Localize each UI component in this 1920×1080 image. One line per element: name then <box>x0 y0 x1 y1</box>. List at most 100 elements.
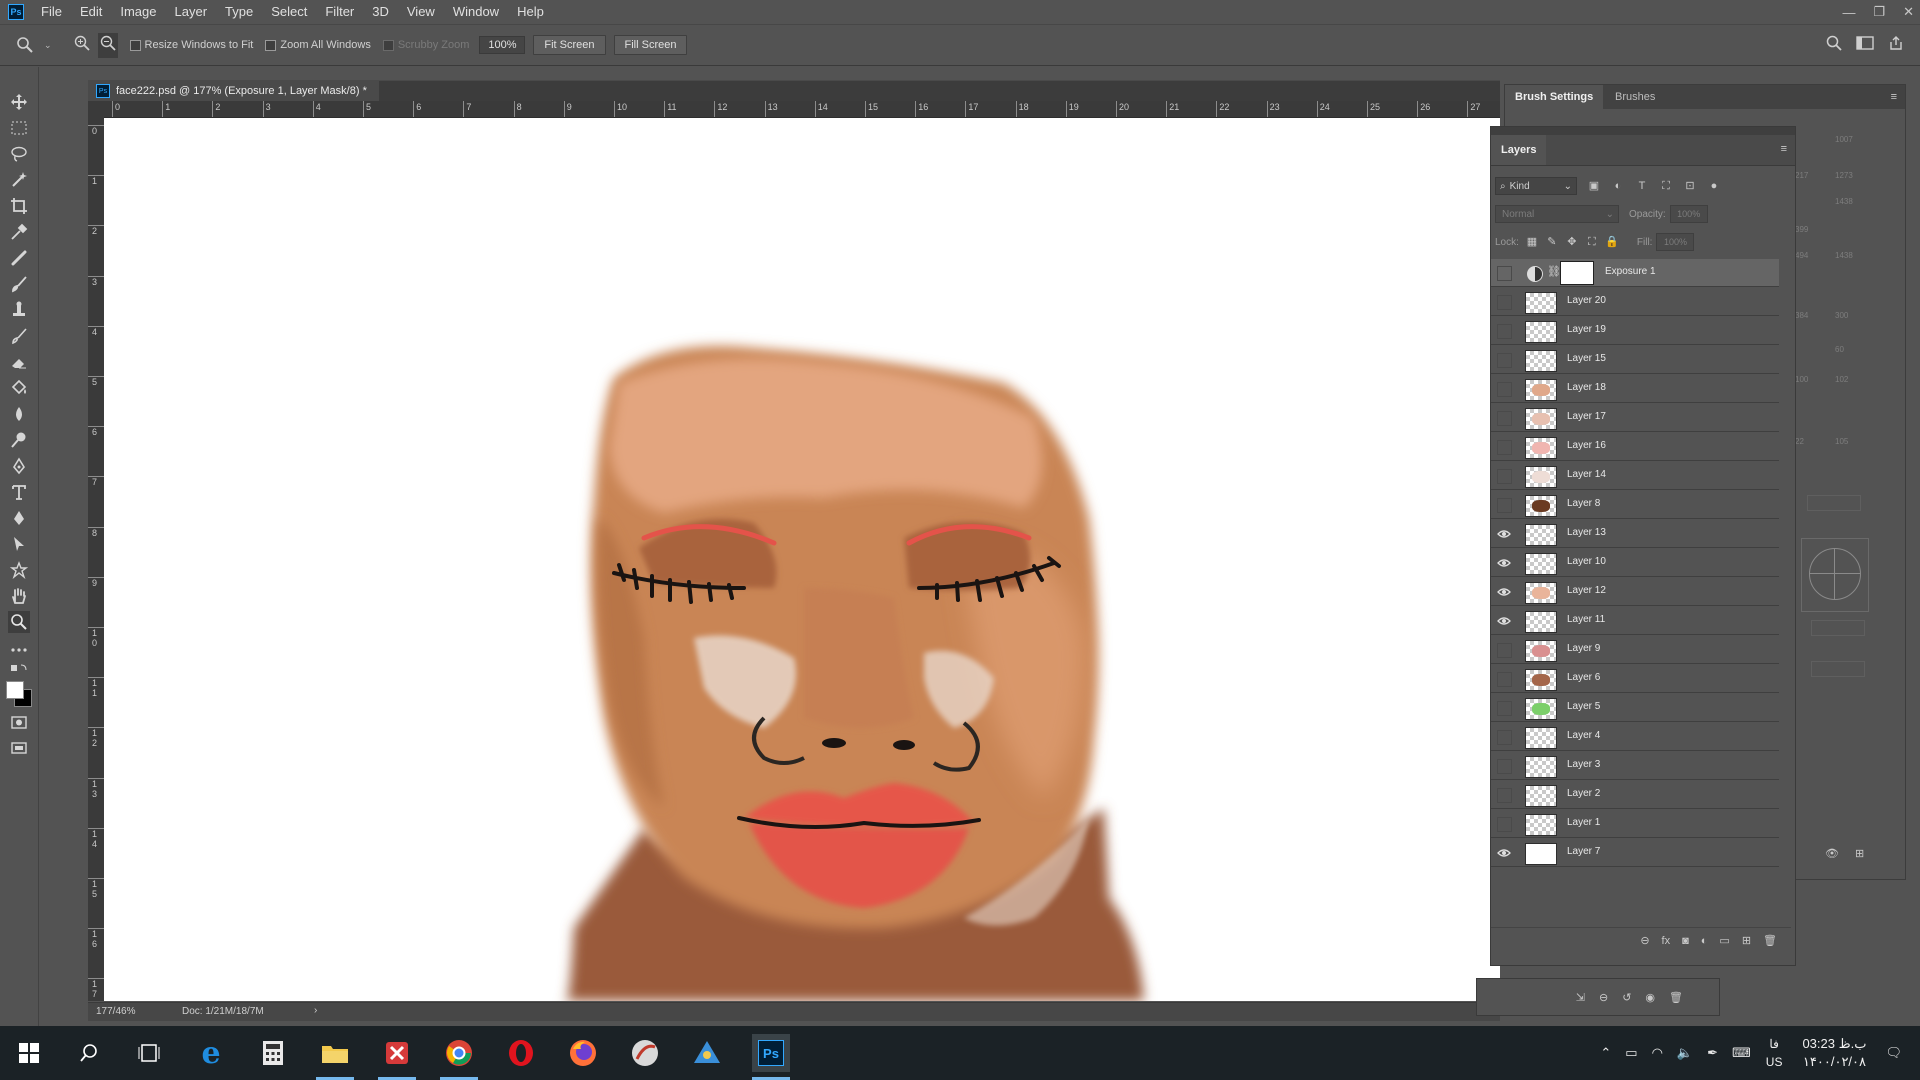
hand-tool-icon[interactable] <box>8 585 30 607</box>
visibility-toggle[interactable] <box>1497 353 1512 368</box>
lock-transparency-icon[interactable]: ▦ <box>1525 235 1539 249</box>
search-icon[interactable] <box>1826 35 1842 56</box>
lock-artboard-icon[interactable]: ⛶ <box>1585 235 1599 249</box>
visibility-toggle[interactable] <box>1497 295 1512 310</box>
filter-toggle-icon[interactable]: ● <box>1707 179 1721 193</box>
minimize-button[interactable]: — <box>1842 5 1855 20</box>
visibility-eye-icon[interactable] <box>1497 614 1511 628</box>
clone-stamp-tool-icon[interactable] <box>8 299 30 321</box>
firefox-icon[interactable] <box>564 1034 602 1072</box>
magic-wand-tool-icon[interactable] <box>8 169 30 191</box>
fill-screen-button[interactable]: Fill Screen <box>613 35 688 55</box>
share-icon[interactable] <box>1888 35 1904 56</box>
mask-link-icon[interactable]: ⛓ <box>1547 265 1561 278</box>
layers-panel-menu-icon[interactable]: ≡ <box>1781 143 1787 155</box>
pen-tool-icon[interactable] <box>8 455 30 477</box>
lock-all-icon[interactable]: 🔒 <box>1605 235 1619 249</box>
history-link-icon[interactable]: ⊖ <box>1599 991 1608 1004</box>
visibility-eye-icon[interactable] <box>1497 556 1511 570</box>
filter-adjustment-icon[interactable]: ◐ <box>1611 179 1625 193</box>
new-snapshot-icon[interactable]: ⇲ <box>1576 991 1585 1004</box>
layer-row[interactable]: Layer 9 <box>1491 636 1779 664</box>
zoom-all-windows-checkbox[interactable]: Zoom All Windows <box>265 39 371 51</box>
brush-new-preset-icon[interactable]: ⊞ <box>1855 847 1864 860</box>
visibility-toggle[interactable] <box>1497 817 1512 832</box>
visibility-eye-icon[interactable] <box>1497 846 1511 860</box>
layer-row[interactable]: Layer 10 <box>1491 549 1779 577</box>
visibility-toggle[interactable] <box>1497 266 1512 281</box>
close-button[interactable]: ✕ <box>1903 4 1914 20</box>
layer-row[interactable]: Layer 2 <box>1491 781 1779 809</box>
scrubby-zoom-checkbox[interactable]: Scrubby Zoom <box>382 39 469 51</box>
filter-smart-object-icon[interactable]: ⊡ <box>1683 179 1697 193</box>
blend-mode-select[interactable]: Normal ⌄ <box>1495 205 1619 223</box>
visibility-eye-icon[interactable] <box>1497 527 1511 541</box>
layer-row[interactable]: Layer 5 <box>1491 694 1779 722</box>
fx-icon[interactable]: fx <box>1662 935 1671 947</box>
tab-brush-settings[interactable]: Brush Settings <box>1505 85 1604 109</box>
new-group-icon[interactable]: ▭ <box>1719 934 1729 947</box>
search-icon[interactable] <box>70 1034 108 1072</box>
filter-pixel-icon[interactable]: ▣ <box>1587 179 1601 193</box>
vertical-ruler[interactable]: 01234567891 01 11 21 31 41 51 61 7 <box>88 117 105 1001</box>
menu-help[interactable]: Help <box>508 0 553 24</box>
visibility-toggle[interactable] <box>1497 730 1512 745</box>
layer-row[interactable]: Layer 3 <box>1491 752 1779 780</box>
adjustment-layer-icon[interactable]: ◐ <box>1701 935 1708 947</box>
quick-mask-icon[interactable] <box>8 711 30 733</box>
app-red-icon[interactable] <box>378 1034 416 1080</box>
layer-row[interactable]: Layer 1 <box>1491 810 1779 838</box>
fill-field[interactable]: 100% <box>1656 233 1695 251</box>
visibility-toggle[interactable] <box>1497 498 1512 513</box>
menu-type[interactable]: Type <box>216 0 262 24</box>
status-menu-arrow-icon[interactable]: › <box>314 1005 317 1016</box>
show-hidden-icons-icon[interactable]: ⌃ <box>1600 1045 1611 1061</box>
visibility-icon[interactable]: ◉ <box>1645 991 1655 1004</box>
zoom-out-icon[interactable] <box>97 32 118 58</box>
app-circle-icon[interactable] <box>626 1034 664 1072</box>
layer-row[interactable]: Layer 11 <box>1491 607 1779 635</box>
app-blue-icon[interactable] <box>688 1034 726 1072</box>
layer-row[interactable]: Layer 6 <box>1491 665 1779 693</box>
calculator-icon[interactable] <box>254 1034 292 1072</box>
layer-row[interactable]: Layer 13 <box>1491 520 1779 548</box>
type-tool-icon[interactable] <box>8 481 30 503</box>
opacity-field[interactable]: 100% <box>1669 205 1708 223</box>
horizontal-ruler[interactable]: 0 1 2 3 4 5 6 7 8 9 10 11 12 13 14 15 16 17 18 19 20 21 22 23 24… <box>104 101 1500 118</box>
brush-panel-menu-icon[interactable]: ≡ <box>1891 91 1897 103</box>
blur-tool-icon[interactable] <box>8 403 30 425</box>
crop-tool-icon[interactable] <box>8 195 30 217</box>
eyedropper-tool-icon[interactable] <box>8 221 30 243</box>
layer-mask-thumbnail[interactable] <box>1560 261 1594 285</box>
marquee-tool-icon[interactable] <box>8 117 30 139</box>
layer-row[interactable]: Layer 20 <box>1491 288 1779 316</box>
restore-button[interactable]: ❐ <box>1873 4 1885 20</box>
document-tab[interactable]: Ps face222.psd @ 177% (Exposure 1, Layer… <box>88 81 379 101</box>
foreground-color-swatch[interactable] <box>6 681 24 699</box>
visibility-toggle[interactable] <box>1497 788 1512 803</box>
path-selection-tool-icon[interactable] <box>8 533 30 555</box>
visibility-toggle[interactable] <box>1497 759 1512 774</box>
menu-filter[interactable]: Filter <box>316 0 363 24</box>
eraser-tool-icon[interactable] <box>8 351 30 373</box>
fit-screen-button[interactable]: Fit Screen <box>533 35 606 55</box>
layer-row[interactable]: Layer 7 <box>1491 839 1779 867</box>
freeform-pen-tool-icon[interactable] <box>8 507 30 529</box>
filter-shape-icon[interactable]: ⛶ <box>1659 179 1673 193</box>
clock[interactable]: 03:23 ب.ظ ۱۴۰۰/۰۲/۰۸ <box>1802 1035 1866 1071</box>
layer-row[interactable]: Layer 12 <box>1491 578 1779 606</box>
visibility-toggle[interactable] <box>1497 672 1512 687</box>
layer-row[interactable]: Layer 8 <box>1491 491 1779 519</box>
visibility-toggle[interactable] <box>1497 382 1512 397</box>
resize-windows-checkbox[interactable]: Resize Windows to Fit <box>129 39 253 51</box>
new-layer-icon[interactable]: ⊞ <box>1742 934 1751 947</box>
layer-row[interactable]: Layer 15 <box>1491 346 1779 374</box>
custom-shape-tool-icon[interactable] <box>8 559 30 581</box>
photoshop-icon[interactable]: Ps <box>752 1034 790 1080</box>
visibility-toggle[interactable] <box>1497 324 1512 339</box>
chrome-icon[interactable] <box>440 1034 478 1080</box>
visibility-eye-icon[interactable] <box>1497 585 1511 599</box>
move-tool-icon[interactable] <box>8 91 30 113</box>
layer-row[interactable]: Layer 18 <box>1491 375 1779 403</box>
volume-icon[interactable]: 🔈 <box>1677 1045 1693 1061</box>
